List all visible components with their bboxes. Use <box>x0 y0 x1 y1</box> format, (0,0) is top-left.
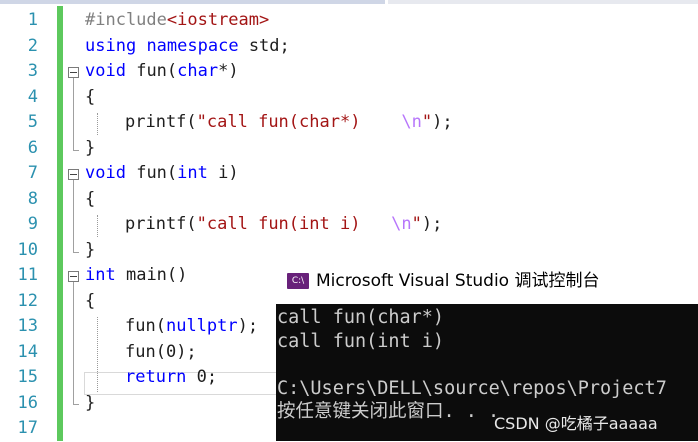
editor-tab[interactable] <box>0 0 385 4</box>
console-app-icon: C:\ <box>287 273 309 289</box>
include-header: <iostream> <box>166 10 270 30</box>
escape-sequence: \n <box>391 214 412 234</box>
brace: } <box>85 137 96 158</box>
punctuation: ( <box>186 214 197 234</box>
brace: { <box>85 86 96 107</box>
console-title: Microsoft Visual Studio 调试控制台 <box>316 271 600 291</box>
punctuation: *) <box>218 61 239 81</box>
fold-guide <box>73 252 79 253</box>
brace: { <box>85 290 96 311</box>
fold-guide <box>73 404 79 405</box>
console-output-line: call fun(char*) <box>277 307 445 328</box>
keyword: int <box>85 265 116 285</box>
code-line: int main() <box>85 263 187 289</box>
keyword: char <box>177 61 219 81</box>
keyword: int <box>177 163 208 183</box>
function-call: fun <box>125 316 156 336</box>
identifier: std; <box>248 35 290 56</box>
function-call: printf <box>125 214 187 234</box>
code-line: void fun(int i) <box>85 161 239 187</box>
punctuation: ( <box>166 61 178 81</box>
punctuation: ( <box>166 163 178 183</box>
console-output-line: 按任意键关闭此窗口. . . <box>277 401 500 422</box>
editor-tab[interactable] <box>388 0 698 4</box>
escape-sequence: \n <box>401 112 422 132</box>
punctuation: (0); <box>155 341 197 362</box>
punctuation: ); <box>421 214 443 234</box>
punctuation: ); <box>237 316 259 336</box>
punctuation: ( <box>186 112 197 132</box>
indent-guide <box>97 113 98 135</box>
indent-guide <box>97 215 98 237</box>
fold-guide <box>73 180 74 252</box>
return-value: 0; <box>186 367 218 387</box>
collapse-icon[interactable] <box>68 67 79 78</box>
code-line: { <box>85 289 95 315</box>
string-literal: " <box>421 112 433 132</box>
keyword: void <box>85 61 126 81</box>
code-line: { <box>85 85 95 111</box>
brace: } <box>85 392 96 413</box>
code-line: } <box>85 136 95 162</box>
keyword: void <box>85 163 126 183</box>
collapse-icon[interactable] <box>68 271 79 282</box>
function-name: fun <box>136 61 167 81</box>
function-name: fun <box>136 163 167 183</box>
keyword: return <box>125 367 187 387</box>
parameter: i) <box>207 163 239 183</box>
code-line: using namespace std; <box>85 34 290 60</box>
code-line: return 0; <box>125 365 217 391</box>
code-line: #include<iostream> <box>85 8 269 34</box>
console-output-line: C:\Users\DELL\source\repos\Project7 <box>277 378 667 399</box>
keyword: nullptr <box>165 316 238 336</box>
fold-guide <box>73 150 79 151</box>
string-literal: "call fun(int i) <box>196 214 392 234</box>
preprocessor-directive: #include <box>85 10 167 30</box>
function-call: printf <box>125 112 187 132</box>
watermark: CSDN @吃橘子aaaaa <box>494 414 658 433</box>
code-line: } <box>85 238 95 264</box>
collapse-icon[interactable] <box>68 169 79 180</box>
keyword: using <box>85 35 137 56</box>
code-line: fun(nullptr); <box>125 314 258 340</box>
function-call: fun <box>125 341 156 362</box>
brace: { <box>85 188 96 209</box>
function-name: main <box>125 265 167 285</box>
punctuation: ); <box>432 112 453 132</box>
punctuation: ( <box>155 316 166 336</box>
console-output-line: call fun(int i) <box>277 331 445 352</box>
code-line: fun(0); <box>125 340 197 366</box>
code-line: printf("call fun(char*) \n"); <box>125 110 453 136</box>
code-line: { <box>85 187 95 213</box>
console-title-bar[interactable]: C:\ Microsoft Visual Studio 调试控制台 <box>276 260 698 304</box>
code-line: void fun(char*) <box>85 59 239 85</box>
fold-guide <box>73 282 74 404</box>
code-line: printf("call fun(int i) \n"); <box>125 212 442 238</box>
code-line: } <box>85 391 95 417</box>
keyword: namespace <box>146 35 239 56</box>
brace: } <box>85 239 96 260</box>
punctuation: () <box>166 265 188 285</box>
string-literal: " <box>411 214 422 234</box>
fold-guide <box>73 78 74 150</box>
string-literal: "call fun(char*) <box>196 112 402 132</box>
